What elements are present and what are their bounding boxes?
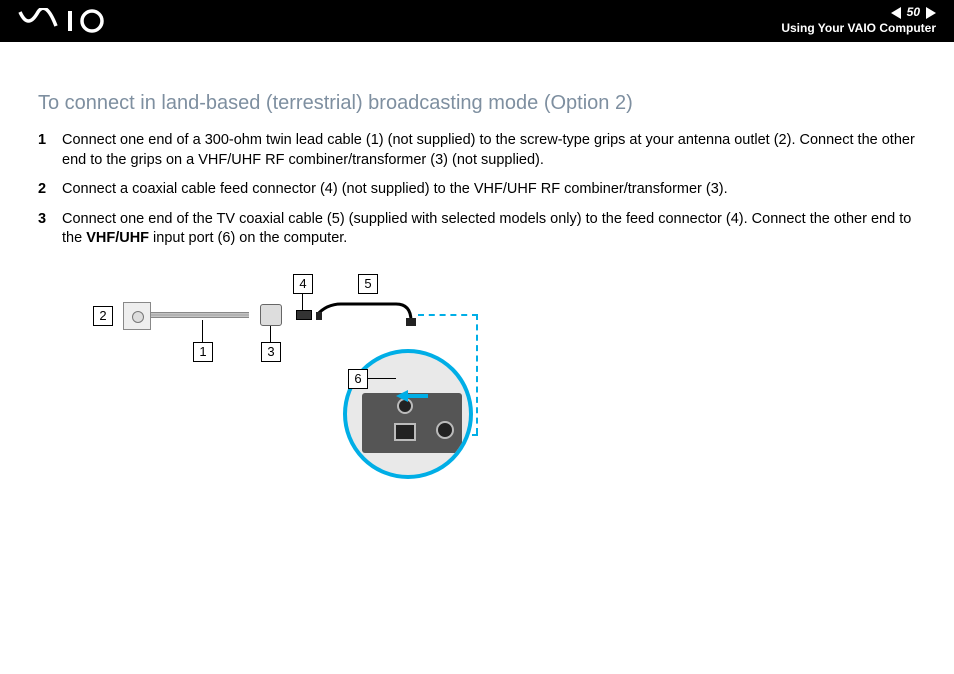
step-text: Connect one end of the TV coaxial cable … [62, 210, 916, 249]
callout-1: 1 [193, 342, 213, 362]
page-content: To connect in land-based (terrestrial) b… [0, 42, 954, 484]
computer-port-panel-icon [362, 393, 462, 453]
step-number: 1 [38, 131, 62, 170]
callout-6: 6 [348, 369, 368, 389]
av-port-icon [436, 421, 454, 439]
callout-5: 5 [358, 274, 378, 294]
step-item: 1 Connect one end of a 300-ohm twin lead… [38, 131, 916, 170]
step-text: Connect one end of a 300-ohm twin lead c… [62, 131, 916, 170]
connection-diagram: 2 1 3 4 5 [68, 274, 498, 484]
step-list: 1 Connect one end of a 300-ohm twin lead… [38, 131, 916, 249]
callout-2: 2 [93, 306, 113, 326]
step-item: 2 Connect a coaxial cable feed connector… [38, 180, 916, 200]
leader-line [302, 294, 303, 310]
step-item: 3 Connect one end of the TV coaxial cabl… [38, 210, 916, 249]
header-bar: 50 Using Your VAIO Computer [0, 0, 954, 42]
ethernet-port-icon [394, 423, 416, 441]
twin-lead-cable-icon [151, 312, 249, 318]
next-page-icon[interactable] [926, 7, 936, 19]
step-text: Connect a coaxial cable feed connector (… [62, 180, 728, 200]
connection-arrow-icon [396, 390, 408, 402]
antenna-outlet-icon [123, 302, 151, 330]
leader-line [202, 320, 203, 342]
leader-line [270, 326, 271, 342]
step-number: 3 [38, 210, 62, 249]
leader-line [368, 378, 396, 379]
step-number: 2 [38, 180, 62, 200]
callout-3: 3 [261, 342, 281, 362]
section-title: Using Your VAIO Computer [781, 21, 936, 37]
vaio-logo [18, 8, 128, 34]
header-right: 50 Using Your VAIO Computer [781, 5, 936, 36]
callout-4: 4 [293, 274, 313, 294]
page-number: 50 [907, 5, 920, 21]
instruction-heading: To connect in land-based (terrestrial) b… [38, 92, 916, 115]
combiner-transformer-icon [260, 304, 282, 326]
dashed-cable-line [418, 314, 478, 316]
connection-arrow-shaft [408, 394, 428, 398]
feed-connector-icon [296, 310, 312, 320]
dashed-cable-line [476, 314, 478, 434]
prev-page-icon[interactable] [891, 7, 901, 19]
page-nav: 50 [781, 5, 936, 21]
